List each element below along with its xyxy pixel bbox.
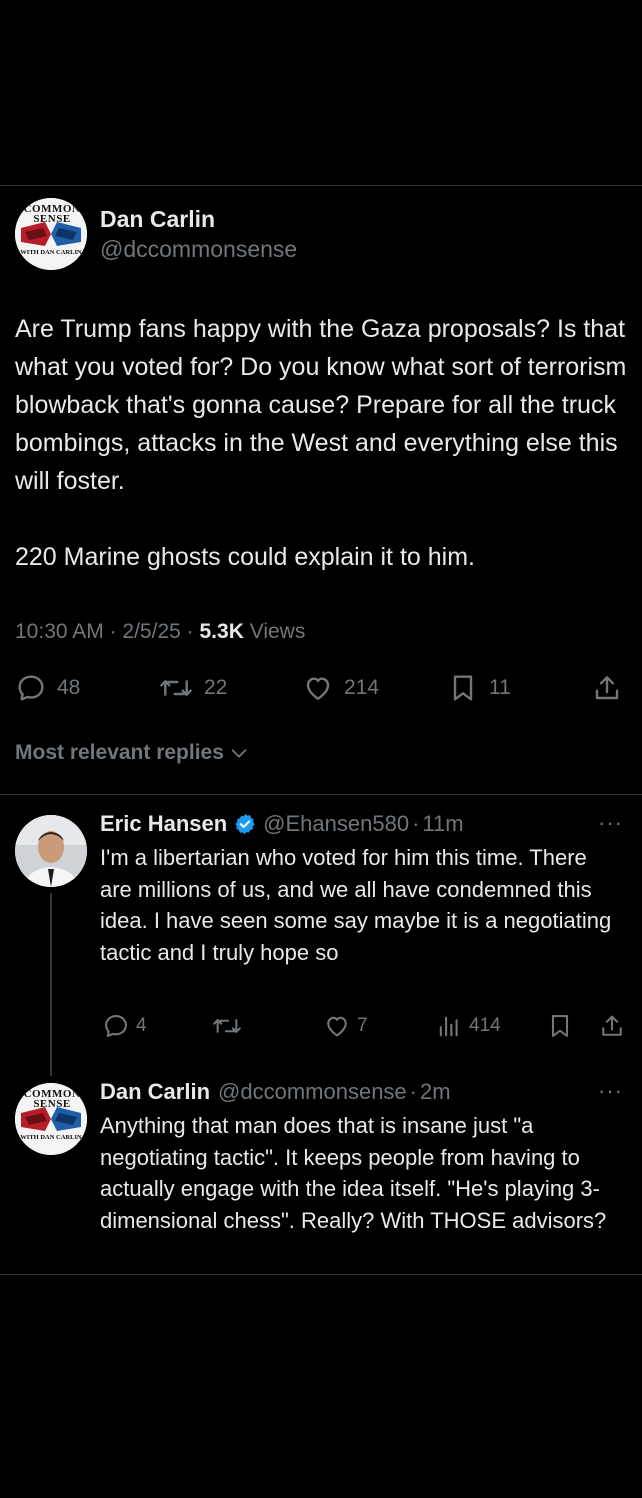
reply-count: 48 [57, 676, 81, 699]
reply-text: Anything that man does that is insane ju… [100, 1113, 607, 1233]
meta-separator: · [412, 811, 420, 836]
reply-icon [105, 1015, 127, 1037]
share-icon [602, 1015, 622, 1036]
reply-author-handle[interactable]: @Ehansen580 [263, 811, 409, 837]
heart-icon [306, 677, 330, 700]
heart-icon [327, 1016, 347, 1037]
like-button[interactable]: 214 [302, 672, 379, 704]
meta-separator: · [109, 620, 117, 643]
avatar-logo-bottom: WITH DAN CARLIN [20, 1134, 82, 1141]
like-count: 214 [344, 676, 380, 699]
views-count: 5.3K [199, 620, 244, 643]
person-photo [15, 815, 87, 887]
avatar-logo-bottom: WITH DAN CARLIN [20, 249, 82, 256]
bottom-divider [0, 1274, 642, 1275]
chevron-down-icon [231, 749, 247, 758]
meta-separator: · [186, 620, 194, 643]
bookmark-button[interactable]: 11 [447, 672, 511, 704]
tweet-paragraph: 220 Marine ghosts could explain it to hi… [15, 543, 475, 571]
replies-divider [0, 794, 642, 795]
verified-badge-icon [235, 813, 255, 835]
author-handle[interactable]: @dccommonsense [100, 236, 297, 263]
retweet-button[interactable]: 22 [158, 672, 227, 704]
meta-separator: · [409, 1079, 417, 1104]
reply-button[interactable]: 48 [15, 672, 80, 704]
share-icon [595, 676, 619, 700]
retweet-icon [213, 1019, 241, 1033]
bookmark-icon [453, 675, 473, 701]
retweet-icon [160, 680, 192, 696]
more-options-icon[interactable]: ··· [598, 1078, 623, 1104]
tweet-paragraph: Are Trump fans happy with the Gaza propo… [15, 315, 627, 495]
tweet-date[interactable]: 2/5/25 [122, 620, 180, 643]
retweet-count: 22 [204, 676, 228, 699]
retweet-button[interactable] [211, 1012, 243, 1040]
like-button[interactable]: 7 [323, 1012, 368, 1040]
avatar-logo-top: COMMON SENSE [23, 1088, 81, 1110]
tweet-meta: 10:30 AM · 2/5/25 · 5.3K Views [15, 620, 305, 644]
reply-header: Dan Carlin @dccommonsense · 2m [100, 1079, 451, 1105]
like-count: 7 [357, 1015, 368, 1036]
author-avatar[interactable]: COMMON SENSE WITH DAN CARLIN [15, 198, 87, 270]
avatar-logo-top: COMMON SENSE [23, 203, 81, 225]
reply-avatar[interactable] [15, 815, 87, 887]
bookmark-count: 11 [489, 676, 511, 699]
thread-line [50, 893, 52, 1076]
replies-sort-dropdown[interactable]: Most relevant replies [15, 741, 250, 765]
author-name[interactable]: Dan Carlin [100, 206, 215, 233]
bookmark-icon [551, 1015, 569, 1037]
reply-author-handle[interactable]: @dccommonsense [218, 1079, 407, 1105]
reply-author-name[interactable]: Dan Carlin [100, 1079, 210, 1105]
share-button[interactable] [598, 1012, 626, 1040]
reply-text: I'm a libertarian who voted for him this… [100, 845, 612, 965]
views-count: 414 [469, 1015, 501, 1036]
reply-time[interactable]: 2m [420, 1079, 451, 1105]
top-divider [0, 185, 642, 186]
reply-avatar[interactable]: COMMON SENSE WITH DAN CARLIN [15, 1083, 87, 1155]
reply-time[interactable]: 11m [422, 811, 463, 837]
reply-author-name[interactable]: Eric Hansen [100, 811, 227, 837]
more-options-icon[interactable]: ··· [598, 810, 623, 836]
views-label: Views [249, 620, 306, 643]
tweet-time[interactable]: 10:30 AM [15, 620, 104, 643]
reply-icon [18, 675, 44, 701]
bookmark-button[interactable] [546, 1012, 574, 1040]
reply-count: 4 [136, 1015, 147, 1036]
share-button[interactable] [591, 672, 623, 704]
reply-header: Eric Hansen @Ehansen580 · 11m [100, 811, 464, 837]
sort-label: Most relevant replies [15, 741, 224, 764]
reply-button[interactable]: 4 [102, 1012, 147, 1040]
tweet-text: Are Trump fans happy with the Gaza propo… [15, 310, 627, 576]
analytics-icon [439, 1016, 458, 1037]
views-button[interactable]: 414 [435, 1012, 501, 1040]
